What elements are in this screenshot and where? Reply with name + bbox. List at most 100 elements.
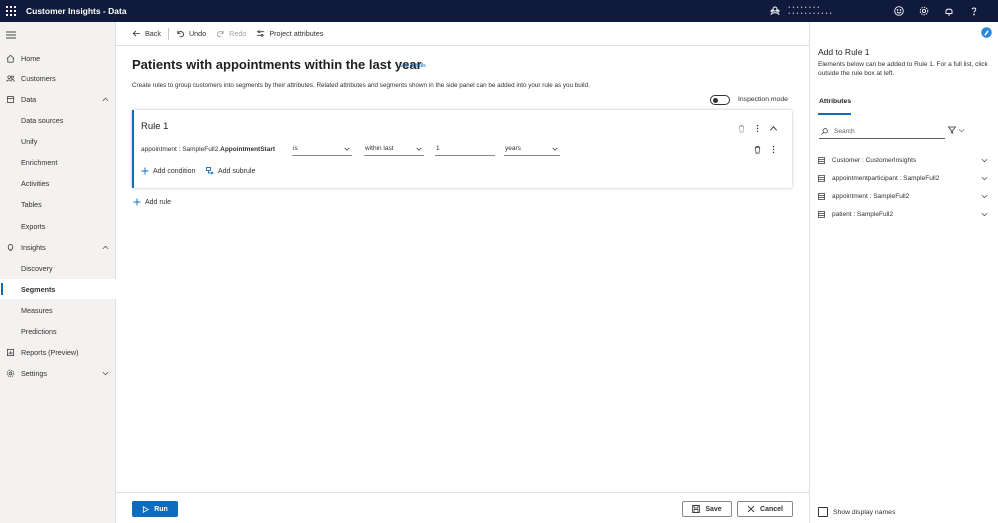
plus-icon: [141, 167, 149, 175]
condition-attribute[interactable]: appointment : SampleFull2.AppointmentSta…: [141, 146, 275, 153]
chevron-down-icon: [416, 147, 422, 151]
gear-icon: [6, 369, 15, 377]
nav-label: Exports: [21, 221, 46, 231]
report-icon: [6, 348, 15, 356]
nav-label: Measures: [21, 305, 53, 315]
attribute-group-label: appointment : SampleFull2: [832, 192, 910, 200]
project-attributes-button[interactable]: Project attributes: [251, 22, 328, 46]
database-icon: [6, 95, 15, 103]
add-rule-button[interactable]: Add rule: [133, 198, 171, 206]
tab-attributes[interactable]: Attributes: [819, 98, 851, 105]
nav-activities[interactable]: Activities: [0, 173, 116, 193]
close-icon: [747, 505, 755, 513]
nav-insights[interactable]: Insights: [0, 237, 116, 257]
nav-label: Settings: [21, 368, 47, 378]
nav-tables[interactable]: Tables: [0, 194, 116, 214]
home-icon: [6, 54, 15, 62]
unit-dropdown[interactable]: years: [504, 142, 560, 156]
search-input[interactable]: Search: [819, 125, 945, 139]
undo-icon: [177, 30, 185, 38]
operator-dropdown[interactable]: is: [292, 142, 352, 156]
app-title[interactable]: Customer Insights - Data: [26, 6, 127, 16]
show-display-names-checkbox[interactable]: Show display names: [818, 507, 895, 517]
nav-predictions[interactable]: Predictions: [0, 321, 116, 341]
settings-button[interactable]: [911, 0, 936, 22]
page-title: Patients with appointments within the la…: [132, 57, 422, 72]
back-button[interactable]: Back: [127, 22, 166, 46]
chevron-down-icon: [102, 371, 109, 375]
footer-bar: Run Save Cancel: [116, 492, 809, 523]
copilot-icon[interactable]: [981, 27, 992, 38]
lightbulb-icon: [7, 243, 14, 251]
nav-label: Unify: [21, 136, 38, 146]
page-description: Create rules to group customers into seg…: [132, 82, 590, 89]
add-condition-button[interactable]: Add condition: [141, 167, 195, 175]
nav-data[interactable]: Data: [0, 89, 116, 109]
edit-details-link[interactable]: Edit details: [399, 63, 426, 69]
value-input[interactable]: 1: [435, 142, 495, 156]
attribute-group-label: patient : SampleFull2: [832, 210, 894, 218]
table-icon: [818, 210, 825, 218]
condition-more-icon[interactable]: [769, 145, 778, 154]
play-icon: [143, 505, 150, 513]
attribute-group[interactable]: appointment : SampleFull2: [818, 189, 992, 203]
save-label: Save: [705, 505, 722, 513]
inspection-mode-label: Inspection mode: [738, 96, 788, 103]
run-button[interactable]: Run: [132, 501, 178, 517]
nav-home[interactable]: Home: [0, 48, 116, 68]
cancel-label: Cancel: [760, 505, 783, 513]
value-text: 1: [436, 145, 440, 152]
nav-label: Data: [21, 94, 37, 104]
feedback-button[interactable]: [886, 0, 911, 22]
attribute-group[interactable]: Customer : CustomerInsights: [818, 153, 992, 167]
filter-button[interactable]: [948, 126, 965, 134]
environment-picker[interactable]: • • • • • • • • • • • • • • • • • • •: [770, 5, 832, 17]
notifications-button[interactable]: [936, 0, 961, 22]
plus-icon: [133, 198, 141, 206]
more-options-icon[interactable]: [753, 124, 762, 133]
delete-condition-icon[interactable]: [753, 145, 762, 154]
nav-settings[interactable]: Settings: [0, 363, 116, 383]
nav-data-sources[interactable]: Data sources: [0, 110, 116, 130]
add-subrule-button[interactable]: Add subrule: [206, 167, 255, 175]
redo-button[interactable]: Redo: [211, 22, 251, 46]
tab-underline: [818, 113, 851, 115]
project-attributes-label: Project attributes: [269, 29, 324, 38]
delete-rule-icon[interactable]: [737, 124, 746, 133]
collapse-chevron-icon[interactable]: [769, 124, 778, 133]
hamburger-menu-icon[interactable]: [6, 31, 16, 39]
save-icon: [692, 505, 701, 513]
range-dropdown[interactable]: within last: [364, 142, 424, 156]
app-launcher-button[interactable]: [0, 0, 22, 22]
rule-card[interactable]: Rule 1 appointment : SampleFull2.Appoint…: [132, 110, 792, 188]
cancel-button[interactable]: Cancel: [737, 501, 793, 517]
divider: [167, 27, 169, 40]
nav-segments[interactable]: Segments: [0, 279, 116, 299]
customers-icon: [6, 74, 15, 82]
nav-reports[interactable]: Reports (Preview): [0, 342, 116, 362]
help-button[interactable]: [961, 0, 986, 22]
nav-customers[interactable]: Customers: [0, 68, 116, 88]
undo-button[interactable]: Undo: [171, 22, 211, 46]
search-placeholder: Search: [834, 128, 855, 135]
nav-label: Data sources: [21, 115, 64, 125]
save-button[interactable]: Save: [682, 501, 732, 517]
nav-discovery[interactable]: Discovery: [0, 258, 116, 278]
chevron-down-icon: [981, 158, 988, 162]
chevron-up-icon: [102, 245, 109, 249]
nav-measures[interactable]: Measures: [0, 300, 116, 320]
inspection-mode-toggle[interactable]: [710, 95, 730, 105]
rule-title: Rule 1: [141, 121, 169, 132]
nav-exports[interactable]: Exports: [0, 216, 116, 236]
attribute-group[interactable]: appointmentparticipant : SampleFull2: [818, 171, 992, 185]
show-display-names-label: Show display names: [833, 508, 896, 516]
nav-unify[interactable]: Unify: [0, 131, 116, 151]
add-to-rule-panel: Add to Rule 1 Elements below can be adde…: [809, 22, 998, 523]
table-icon: [818, 156, 825, 164]
nav-label: Home: [21, 53, 41, 63]
filter-icon: [948, 126, 956, 134]
attribute-group[interactable]: patient : SampleFull2: [818, 207, 992, 221]
top-bar: Customer Insights - Data • • • • • • • •…: [0, 0, 998, 22]
nav-enrichment[interactable]: Enrichment: [0, 152, 116, 172]
waffle-icon: [6, 6, 16, 16]
